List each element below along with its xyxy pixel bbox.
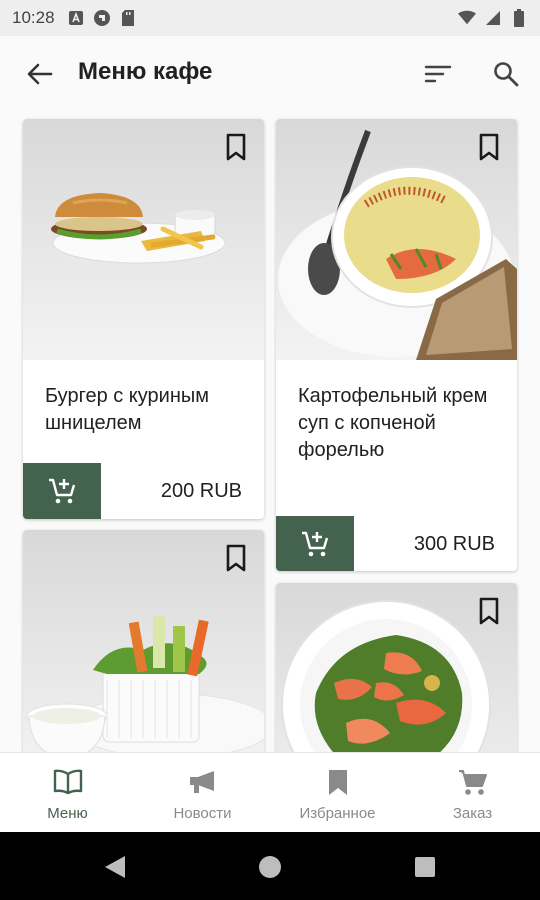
bookmark-icon[interactable] <box>224 133 248 161</box>
bottom-navigation: Меню Новости Избранное Заказ <box>0 752 540 832</box>
status-bar: 10:28 <box>0 0 540 36</box>
sd-card-icon <box>119 9 137 27</box>
system-navigation-bar <box>0 832 540 900</box>
app-bar: Меню кафе <box>0 36 540 112</box>
dish-price: 200 RUB <box>160 480 242 502</box>
triangle-back-icon <box>105 856 125 878</box>
megaphone-icon <box>188 767 218 797</box>
bookmark-icon[interactable] <box>224 544 248 572</box>
add-to-cart-button[interactable] <box>276 516 354 571</box>
signal-icon <box>484 9 502 27</box>
back-nav-button[interactable] <box>100 852 130 882</box>
dish-price: 300 RUB <box>413 533 495 555</box>
app-notification-icon <box>93 9 111 27</box>
sort-button[interactable] <box>420 56 456 92</box>
nav-label: Новости <box>173 805 232 822</box>
nav-item-news[interactable]: Новости <box>135 753 270 832</box>
search-icon <box>494 62 519 87</box>
home-nav-button[interactable] <box>255 852 285 882</box>
back-button[interactable] <box>18 56 62 92</box>
bookmark-icon[interactable] <box>477 597 501 625</box>
bookmark-icon[interactable] <box>477 133 501 161</box>
dish-name: Бургер с куриным шницелем <box>45 385 210 434</box>
nav-item-favorites[interactable]: Избранное <box>270 753 405 832</box>
sort-icon <box>424 65 452 83</box>
menu-card[interactable] <box>276 583 517 752</box>
book-icon <box>53 767 83 797</box>
add-shopping-cart-icon <box>302 531 329 557</box>
dish-name: Картофельный крем суп с копченой форелью <box>298 385 488 461</box>
arrow-back-icon <box>27 63 53 85</box>
add-to-cart-button[interactable] <box>23 463 101 519</box>
menu-grid: Бургер с куриным шницелем 200 RUB Картоф… <box>0 112 540 752</box>
battery-icon <box>510 9 528 27</box>
menu-card[interactable] <box>23 530 264 752</box>
system-icons <box>458 0 528 36</box>
cart-icon <box>458 767 488 797</box>
add-shopping-cart-icon <box>49 478 76 504</box>
nav-item-menu[interactable]: Меню <box>0 753 135 832</box>
nav-label: Меню <box>47 805 88 822</box>
menu-card[interactable]: Картофельный крем суп с копченой форелью… <box>276 119 517 571</box>
recents-nav-button[interactable] <box>410 852 440 882</box>
nav-label: Избранное <box>299 805 376 822</box>
menu-card[interactable]: Бургер с куриным шницелем 200 RUB <box>23 119 264 519</box>
bookmark-icon <box>323 767 353 797</box>
wifi-icon <box>458 9 476 27</box>
circle-home-icon <box>259 856 281 878</box>
notification-icons <box>67 9 137 27</box>
status-time: 10:28 <box>12 8 55 27</box>
font-icon <box>67 9 85 27</box>
nav-item-order[interactable]: Заказ <box>405 753 540 832</box>
nav-label: Заказ <box>452 805 493 822</box>
search-button[interactable] <box>486 56 526 92</box>
square-recents-icon <box>415 857 435 877</box>
page-title: Меню кафе <box>78 58 213 85</box>
